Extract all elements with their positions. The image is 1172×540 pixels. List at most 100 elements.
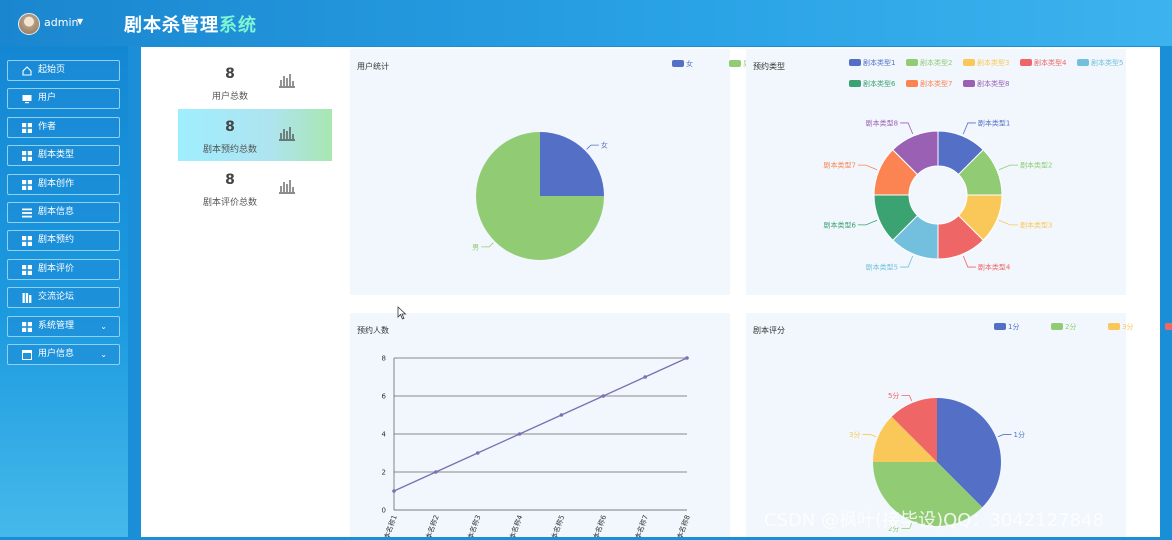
legend-swatch xyxy=(1165,323,1172,330)
slice-label-line xyxy=(998,219,1019,226)
sidebar-item-1[interactable]: 起始页 xyxy=(7,60,120,81)
sidebar-item-label: 交流论坛 xyxy=(38,292,75,303)
legend-label: 剧本类型6 xyxy=(863,80,896,88)
sidebar-item-4[interactable]: 剧本类型 xyxy=(7,145,120,167)
legend-item[interactable]: 2分 xyxy=(1051,322,1076,332)
legend-item[interactable]: 剧本类型7 xyxy=(906,79,952,89)
data-point[interactable] xyxy=(434,470,438,474)
data-point[interactable] xyxy=(685,356,689,360)
chevron-down-icon[interactable]: ⌄ xyxy=(100,345,107,364)
pie-chart: 1分2分3分5分 xyxy=(849,391,1025,533)
slice-label: 3分 xyxy=(849,430,860,439)
slice-label-line xyxy=(586,144,599,150)
slice-label-line xyxy=(900,122,914,135)
sidebar-item-10[interactable]: 系统管理 ⌄ xyxy=(7,315,120,337)
sidebar-item-label: 剧本评价 xyxy=(38,263,75,274)
sidebar-item-label: 作者 xyxy=(38,121,57,132)
legend-swatch xyxy=(906,59,918,66)
legend-item[interactable]: 剧本类型8 xyxy=(963,79,1009,89)
slice-label: 5分 xyxy=(888,391,899,400)
app-title-highlight: 系统 xyxy=(219,15,257,36)
legend-swatch xyxy=(1108,323,1120,330)
chart-panel-reservation-count: 预约人数 0 2 4 6 8 剧本名称1 剧本名称2 剧本名称3 剧本名称4 剧本名称5 剧本名称6… xyxy=(350,313,730,540)
sidebar-item-6[interactable]: 剧本信息 xyxy=(7,202,120,223)
slice-label-line xyxy=(901,395,913,402)
sidebar-item-label: 用户信息 xyxy=(38,349,75,359)
sidebar-item-label: 剧本创作 xyxy=(38,178,75,189)
stat-value: 8 xyxy=(225,119,235,135)
slice-label-line xyxy=(998,164,1019,171)
sidebar-item-5[interactable]: 剧本创作 xyxy=(7,173,120,195)
legend-label: 剧本类型7 xyxy=(920,80,953,88)
slice-label: 剧本类型4 xyxy=(978,263,1011,272)
sidebar-item-label: 剧本预约 xyxy=(38,235,75,246)
data-point[interactable] xyxy=(601,394,606,398)
data-point[interactable] xyxy=(517,432,522,436)
legend-swatch xyxy=(672,60,684,67)
sidebar-item-label: 剧本信息 xyxy=(38,207,75,217)
legend-label: 女 xyxy=(686,60,693,68)
user-avatar[interactable] xyxy=(18,13,40,35)
legend-item[interactable]: 剧本类型1 xyxy=(849,58,895,68)
mouse-pointer-icon xyxy=(397,306,407,320)
sidebar-item-2[interactable]: 用户 xyxy=(7,88,120,110)
legend-item[interactable]: 剧本类型5 xyxy=(1077,58,1123,68)
username-label[interactable]: admin xyxy=(44,16,78,29)
bar-chart-icon xyxy=(279,74,295,88)
x-tick-label: 剧本名称7 xyxy=(630,514,650,537)
line-chart: 0 2 4 6 8 剧本名称1 剧本名称2 剧本名称3 剧本名称4 剧本名称5 剧本名称6 剧本名称7… xyxy=(379,355,692,540)
data-point[interactable] xyxy=(643,375,647,379)
legend-swatch xyxy=(906,80,918,87)
slice-label: 剧本类型2 xyxy=(1020,161,1052,170)
main-content: 8 用户总数 8 剧本预约总数 8 剧本评价总数 用户统计 女男 女男 预约类型… xyxy=(141,47,1172,540)
app-title-main: 剧本杀管理 xyxy=(124,15,219,36)
grid-icon xyxy=(22,236,32,247)
legend-item[interactable]: 剧本类型2 xyxy=(906,58,952,68)
chart-panel-user-stats: 用户统计 女男 女男 xyxy=(350,49,750,295)
x-tick-label: 剧本名称2 xyxy=(421,514,441,537)
sidebar-item-label: 系统管理 xyxy=(38,320,75,331)
sidebar-item-3[interactable]: 作者 xyxy=(7,116,120,138)
slice-label: 女 xyxy=(601,141,608,150)
legend-swatch xyxy=(963,59,975,66)
data-point[interactable] xyxy=(392,489,396,493)
legend-item[interactable]: 剧本类型6 xyxy=(849,79,895,89)
slice-label: 1分 xyxy=(1014,430,1025,439)
y-tick-label: 0 xyxy=(382,507,386,515)
legend-item[interactable]: 5分 xyxy=(1165,322,1172,332)
legend-item[interactable]: 1分 xyxy=(994,322,1019,332)
panel-title: 剧本评分 xyxy=(753,326,785,335)
stat-card-reservations[interactable]: 8 剧本预约总数 xyxy=(178,109,332,161)
home-icon xyxy=(22,66,32,76)
slice-label: 剧本类型6 xyxy=(823,220,856,229)
sidebar-item-7[interactable]: 剧本预约 xyxy=(7,230,120,252)
data-point[interactable] xyxy=(475,451,480,455)
slice-label: 男 xyxy=(472,243,479,251)
stat-value: 8 xyxy=(225,172,235,188)
x-tick-label: 剧本名称3 xyxy=(463,514,483,537)
bars-icon xyxy=(22,293,32,304)
legend-swatch xyxy=(963,80,975,87)
grid-icon xyxy=(22,151,32,162)
window-icon xyxy=(22,350,32,360)
sidebar-item-9[interactable]: 交流论坛 xyxy=(7,287,120,309)
legend-item[interactable]: 女 xyxy=(672,59,693,69)
slice-label: 剧本类型8 xyxy=(866,118,898,127)
legend-swatch xyxy=(849,80,861,87)
caret-down-icon[interactable]: ▼ xyxy=(77,17,83,26)
data-point[interactable] xyxy=(559,413,564,417)
legend-label: 2分 xyxy=(1065,323,1077,331)
chevron-down-icon[interactable]: ⌄ xyxy=(100,317,107,336)
sidebar-item-11[interactable]: 用户信息 ⌄ xyxy=(7,344,120,365)
sidebar-item-label: 起始页 xyxy=(38,65,66,75)
legend-item[interactable]: 剧本类型3 xyxy=(963,58,1009,68)
sidebar-item-8[interactable]: 剧本评价 xyxy=(7,258,120,280)
legend-item[interactable]: 3分 xyxy=(1108,322,1133,332)
bar-chart-icon xyxy=(279,180,295,194)
x-tick-label: 剧本名称5 xyxy=(547,514,567,537)
slice-label-line xyxy=(962,122,976,135)
stat-card-users[interactable]: 8 用户总数 xyxy=(178,56,332,108)
stat-card-reviews[interactable]: 8 剧本评价总数 xyxy=(178,162,332,214)
pie-slice[interactable] xyxy=(540,132,604,196)
legend-item[interactable]: 剧本类型4 xyxy=(1020,58,1066,68)
